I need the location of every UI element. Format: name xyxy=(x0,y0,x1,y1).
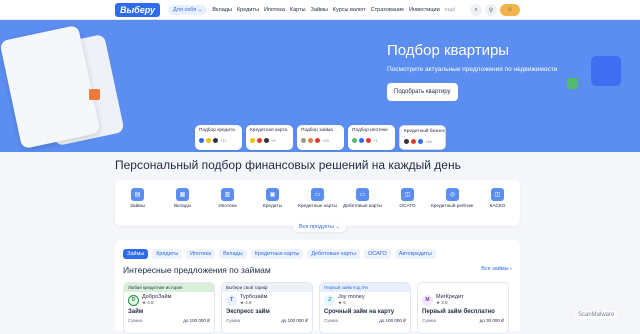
category-card[interactable]: Подбор ипотеки +4 xyxy=(348,125,395,150)
lender-logo: D xyxy=(128,294,139,306)
all-loans-link[interactable]: Все займы › xyxy=(481,266,512,272)
nav-more[interactable]: ещё xyxy=(445,7,456,13)
category-card[interactable]: Подбор кредита +17 xyxy=(195,125,242,150)
credit-icon: ▣ xyxy=(266,188,279,201)
quick-item-loans[interactable]: ▤ Займы xyxy=(116,188,160,226)
rating-icon: ◎ xyxy=(446,188,459,201)
all-products-button[interactable]: Все продукты ⌄ xyxy=(293,222,347,232)
offer-card[interactable]: Первый займ под 0% J Joy money ★ 5 Срочный… xyxy=(319,282,411,334)
location-icon[interactable]: ⚲ xyxy=(485,4,497,16)
nav-mortgage[interactable]: Ипотека xyxy=(264,7,285,13)
tab-auto-loans[interactable]: Автокредиты xyxy=(394,249,436,259)
quick-item-credit-rating[interactable]: ◎ Кредитный рейтинг xyxy=(431,188,475,226)
tab-loans[interactable]: Займы xyxy=(123,249,149,259)
quick-item-kasko[interactable]: ◫ КАСКО xyxy=(476,188,520,226)
category-card[interactable]: Подбор займа +20 xyxy=(297,125,344,150)
site-logo[interactable]: Выберу xyxy=(115,2,161,17)
lender-logo: T xyxy=(226,294,237,306)
hero-cta-button[interactable]: Подобрать квартиру xyxy=(387,83,458,101)
quick-products: ▤ Займы ▦ Вклады ▥ Ипотека ▣ Кредиты ▭ Кредит… xyxy=(115,180,520,226)
hero-subtitle: Посмотрите актуальные предложения по нед… xyxy=(387,66,558,73)
offer-card[interactable]: M МигКредит ★ 3.9 Первый займ бесплатно Су… xyxy=(417,282,509,334)
tab-credit-cards[interactable]: Кредитные карты xyxy=(250,249,304,259)
tab-mortgage[interactable]: Ипотека xyxy=(186,249,216,259)
card-icon: ▭ xyxy=(311,188,324,201)
search-icon[interactable]: ⌕ xyxy=(470,4,482,16)
decor-cube xyxy=(591,56,621,86)
offers-panel: Займы Кредиты Ипотека Вклады Кредитные к… xyxy=(115,240,520,334)
offer-badge: Первый займ под 0% xyxy=(320,283,410,292)
loan-icon: ▤ xyxy=(131,188,144,201)
nav-exchange-rates[interactable]: Курсы валют xyxy=(333,7,366,13)
kasko-icon: ◫ xyxy=(491,188,504,201)
section-title: Персональный подбор финансовых решений н… xyxy=(115,158,461,172)
tab-credits[interactable]: Кредиты xyxy=(152,249,183,259)
quick-item-mortgage[interactable]: ▥ Ипотека xyxy=(206,188,250,226)
nav-loans[interactable]: Займы xyxy=(311,7,328,13)
decor-square xyxy=(89,89,100,100)
nav-cards[interactable]: Карты xyxy=(290,7,306,13)
lender-logo: J xyxy=(324,294,335,306)
decor-square xyxy=(567,78,578,89)
quick-item-credits[interactable]: ▣ Кредиты xyxy=(251,188,295,226)
offer-badge: Выбери свой тариф xyxy=(222,283,312,292)
offer-card[interactable]: Любая кредитная история D ДоброЗайм ★ 4.8 … xyxy=(123,282,215,334)
debit-card-icon: ▭ xyxy=(356,188,369,201)
offer-badge: Любая кредитная история xyxy=(124,283,214,292)
nav-investments[interactable]: Инвестиции xyxy=(409,7,440,13)
tab-osago[interactable]: ОСАГО xyxy=(363,249,391,259)
nav-credits[interactable]: Кредиты xyxy=(237,7,259,13)
category-card[interactable]: Кредитный бизнес +16 xyxy=(399,125,446,150)
nav-insurance[interactable]: Страхование xyxy=(371,7,404,13)
offers-title: Интересные предложения по займам xyxy=(123,265,271,275)
quick-item-debit-cards[interactable]: ▭ Дебетовые карты xyxy=(341,188,385,226)
top-navigation: Выберу Для себя ⌄ Вклады Кредиты Ипотека… xyxy=(0,0,640,20)
car-icon: ◫ xyxy=(401,188,414,201)
quick-item-deposits[interactable]: ▦ Вклады xyxy=(161,188,205,226)
tab-deposits[interactable]: Вклады xyxy=(219,249,247,259)
offer-card[interactable]: Выбери свой тариф T Турбозайм ★ 4.8 Экспре… xyxy=(221,282,313,334)
lender-logo: M xyxy=(422,294,433,306)
tab-debit-cards[interactable]: Дебетовые карты xyxy=(307,249,360,259)
category-cards: Подбор кредита +17 Кредитная карта +4 По… xyxy=(195,125,446,150)
watermark: ScanMalware xyxy=(575,311,618,319)
user-avatar[interactable]: ☺ xyxy=(500,4,520,16)
quick-item-osago[interactable]: ◫ ОСАГО xyxy=(386,188,430,226)
nav-deposits[interactable]: Вклады xyxy=(212,7,232,13)
offers-tabs: Займы Кредиты Ипотека Вклады Кредитные к… xyxy=(123,249,436,259)
quick-item-credit-cards[interactable]: ▭ Кредитные карты xyxy=(296,188,340,226)
for-you-dropdown[interactable]: Для себя ⌄ xyxy=(168,4,208,15)
offer-badge xyxy=(418,283,508,292)
deposit-icon: ▦ xyxy=(176,188,189,201)
hero-title: Подбор квартиры xyxy=(387,42,510,59)
category-card[interactable]: Кредитная карта +4 xyxy=(246,125,293,150)
mortgage-icon: ▥ xyxy=(221,188,234,201)
